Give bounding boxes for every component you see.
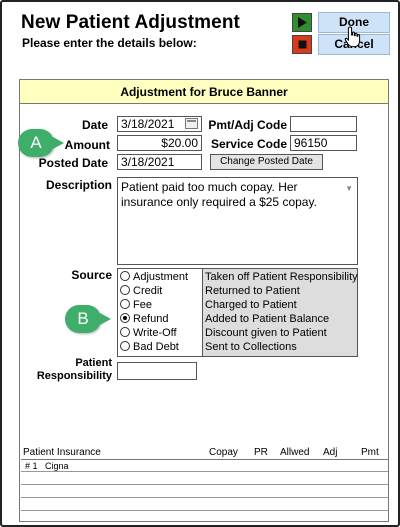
- play-icon[interactable]: [292, 13, 312, 32]
- callout-b: B: [65, 305, 111, 333]
- callout-letter: A: [30, 133, 42, 152]
- stop-icon[interactable]: [292, 35, 312, 54]
- column-copay: Copay: [209, 447, 238, 458]
- source-option-fee[interactable]: Fee: [120, 298, 152, 312]
- source-group: Adjustment Credit Fee Refund Write-Off B…: [117, 268, 358, 357]
- insurance-title: Patient Insurance: [23, 447, 101, 458]
- hand-cursor-icon: [344, 26, 361, 48]
- source-description: Returned to Patient: [205, 285, 300, 297]
- option-label: Credit: [133, 285, 163, 297]
- window-frame: New Patient Adjustment Please enter the …: [0, 0, 400, 527]
- column-pr: PR: [254, 447, 268, 458]
- radio-icon[interactable]: [120, 341, 130, 352]
- column-adj: Adj: [323, 447, 338, 458]
- pmt-adj-code-label: Pmt/Adj Code: [208, 118, 287, 132]
- source-option-refund[interactable]: Refund: [120, 312, 168, 326]
- table-row[interactable]: [21, 486, 388, 498]
- service-code-field[interactable]: 96150: [290, 135, 357, 151]
- radio-selected-icon[interactable]: [120, 313, 130, 324]
- callout-letter: B: [77, 309, 89, 328]
- source-label: Source: [71, 268, 112, 282]
- posted-date-field[interactable]: 3/18/2021: [117, 154, 202, 170]
- panel-title: Adjustment for Bruce Banner: [20, 80, 388, 104]
- label-line-2: Responsibility: [36, 370, 112, 382]
- source-description: Discount given to Patient: [205, 327, 327, 339]
- source-description: Sent to Collections: [205, 341, 297, 353]
- column-pmt: Pmt: [361, 447, 379, 458]
- option-label: Bad Debt: [133, 341, 179, 353]
- option-label: Fee: [133, 299, 152, 311]
- source-options: Adjustment Credit Fee Refund Write-Off B…: [118, 269, 203, 356]
- radio-icon[interactable]: [120, 327, 130, 338]
- option-label: Refund: [133, 313, 169, 325]
- source-option-write-off[interactable]: Write-Off: [120, 326, 177, 340]
- change-posted-date-button[interactable]: Change Posted Date: [210, 154, 323, 170]
- table-row[interactable]: [21, 473, 388, 485]
- chevron-down-icon[interactable]: ▼: [345, 181, 353, 196]
- description-text: Patient paid too much copay. Her insuran…: [121, 180, 317, 209]
- patient-responsibility-label: Patient Responsibility: [32, 357, 112, 383]
- cancel-row: Cancel: [292, 34, 390, 55]
- radio-icon[interactable]: [120, 299, 130, 310]
- source-description: Taken off Patient Responsibility: [205, 271, 358, 283]
- table-row[interactable]: [21, 499, 388, 511]
- table-row[interactable]: [21, 512, 388, 524]
- date-label: Date: [81, 118, 108, 132]
- service-code-label: Service Code: [210, 137, 287, 151]
- callout-a: A: [18, 129, 64, 157]
- source-option-credit[interactable]: Credit: [120, 284, 162, 298]
- done-row: Done: [292, 12, 390, 33]
- source-option-adjustment[interactable]: Adjustment: [120, 270, 188, 284]
- insurance-header: Patient Insurance Copay PR Allwed Adj Pm…: [21, 446, 388, 460]
- page-title: New Patient Adjustment: [21, 12, 240, 33]
- source-description: Added to Patient Balance: [205, 313, 330, 325]
- radio-icon[interactable]: [120, 285, 130, 296]
- column-allwed: Allwed: [280, 447, 310, 458]
- pmt-adj-code-field[interactable]: [290, 116, 357, 132]
- option-label: Write-Off: [133, 327, 177, 339]
- option-label: Adjustment: [133, 271, 189, 283]
- source-description: Charged to Patient: [205, 299, 297, 311]
- posted-date-label: Posted Date: [38, 156, 108, 170]
- page-subtitle: Please enter the details below:: [22, 36, 197, 50]
- table-row[interactable]: # 1 Cigna: [21, 460, 388, 472]
- patient-responsibility-field[interactable]: [117, 362, 197, 380]
- radio-icon[interactable]: [120, 271, 130, 282]
- source-option-bad-debt[interactable]: Bad Debt: [120, 340, 179, 354]
- description-textarea[interactable]: Patient paid too much copay. Her insuran…: [117, 177, 358, 265]
- amount-field[interactable]: $20.00: [117, 135, 202, 151]
- row-number: # 1: [25, 461, 38, 471]
- label-line-1: Patient: [75, 357, 112, 369]
- calendar-icon[interactable]: [185, 118, 198, 129]
- description-label: Description: [45, 178, 112, 192]
- row-name: Cigna: [45, 461, 69, 471]
